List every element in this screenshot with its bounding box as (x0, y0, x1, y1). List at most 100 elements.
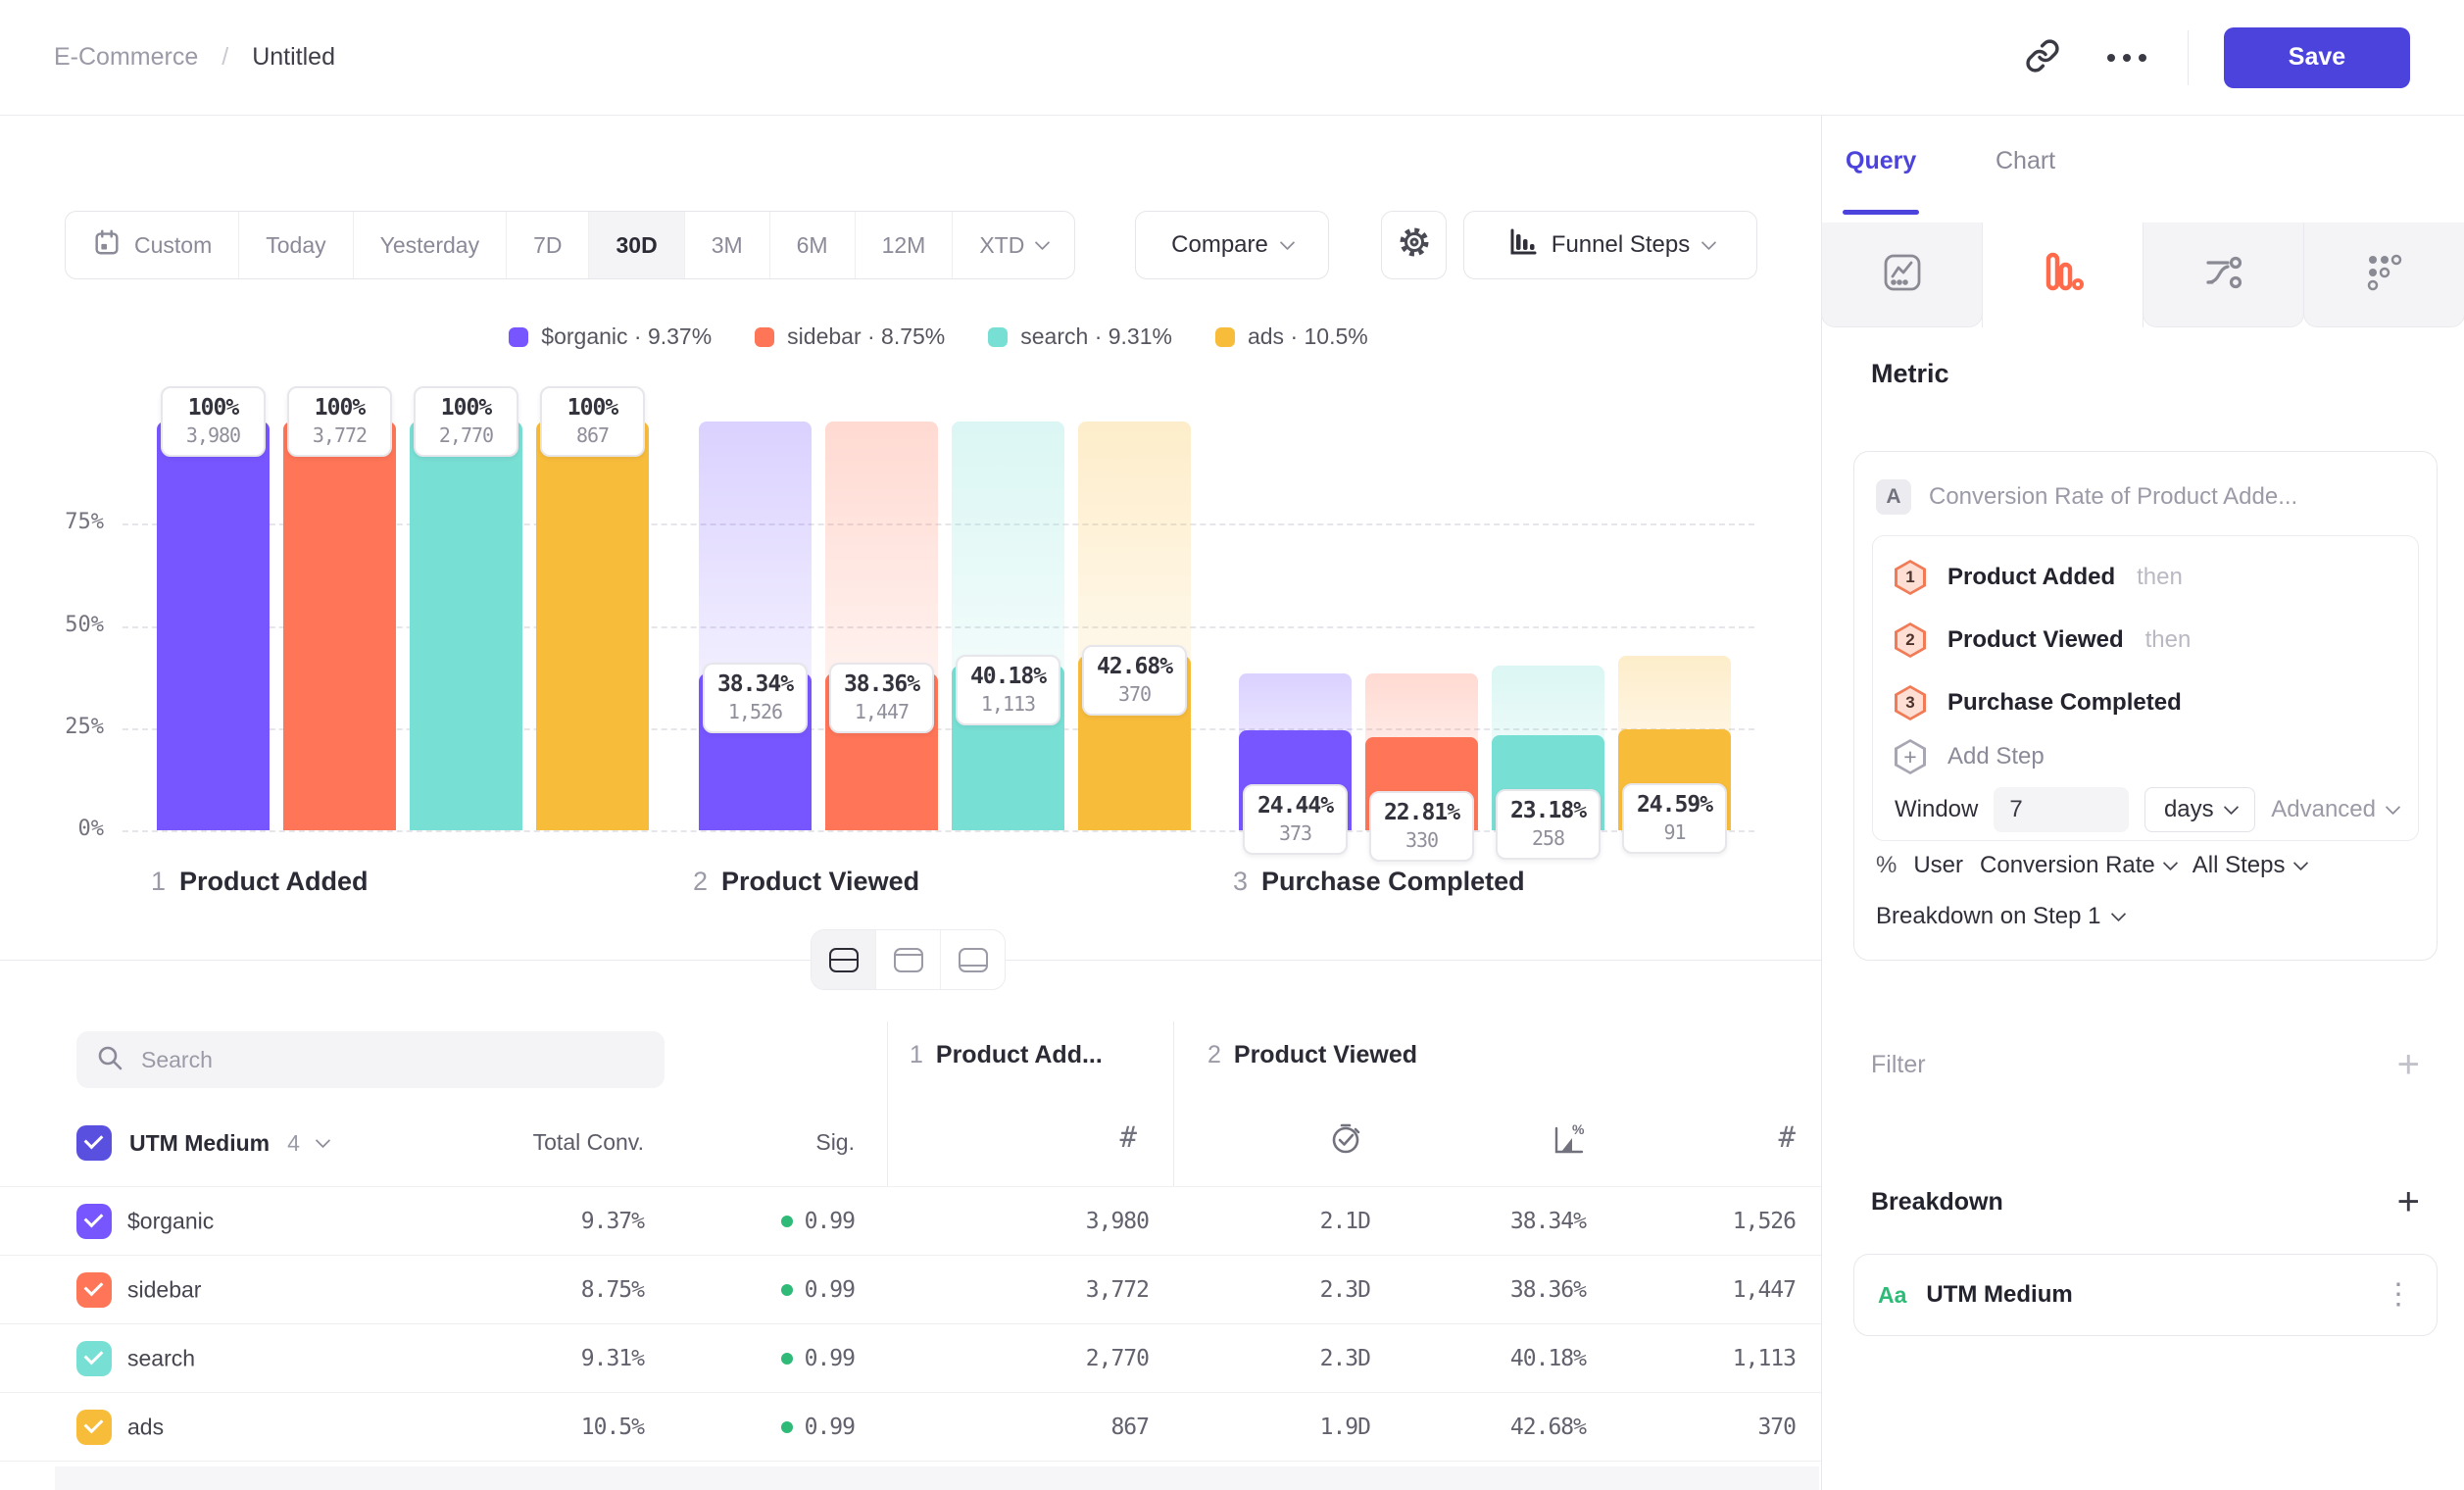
step-hexagon-badge: 2 (1895, 622, 1926, 658)
bar-count: 1,447 (833, 700, 930, 723)
breakdown-property-card[interactable]: Aa UTM Medium ⋮ (1853, 1254, 2438, 1336)
save-button[interactable]: Save (2224, 27, 2410, 88)
metric-heading: Metric (1871, 359, 1949, 389)
date-range-6m[interactable]: 6M (770, 212, 856, 278)
breadcrumb-title[interactable]: Untitled (252, 43, 335, 72)
date-range-today[interactable]: Today (239, 212, 353, 278)
date-range-7d[interactable]: 7D (507, 212, 589, 278)
tab-query[interactable]: Query (1846, 147, 1916, 175)
search-icon (96, 1044, 123, 1076)
legend-label: ads · 10.5% (1248, 323, 1368, 350)
row-name: ads (127, 1414, 164, 1440)
table-row[interactable]: ads10.5%0.998671.9D42.68%370 (0, 1393, 1821, 1462)
row-step1-count: 867 (953, 1415, 1149, 1440)
insights-report-tab[interactable] (1821, 223, 1983, 327)
funnel-bar[interactable] (536, 422, 649, 830)
add-step-button[interactable]: + Add Step (1895, 734, 2418, 779)
legend-item[interactable]: ads · 10.5% (1215, 323, 1368, 350)
metric-step-name: Product Viewed (1947, 626, 2124, 654)
funnel-bar[interactable] (283, 422, 396, 830)
layout-table-only-button[interactable] (940, 930, 1005, 989)
chevron-down-icon (2223, 799, 2239, 815)
bar-percent: 24.59% (1626, 792, 1723, 818)
step-name: Purchase Completed (1261, 867, 1525, 897)
y-axis-tick: 50% (0, 613, 104, 637)
share-link-button[interactable] (2019, 32, 2066, 82)
funnel-steps-list: 1Product Addedthen2Product Viewedthen3Pu… (1895, 546, 2418, 734)
more-options-button[interactable] (2101, 48, 2152, 68)
date-range-12m[interactable]: 12M (856, 212, 954, 278)
bar-value-label: 38.34%1,526 (703, 663, 808, 733)
bar-value-label: 38.36%1,447 (829, 663, 934, 733)
select-all-checkbox[interactable] (76, 1125, 112, 1161)
date-range-custom[interactable]: Custom (66, 212, 239, 278)
step-name: Product Add... (936, 1041, 1103, 1069)
kebab-menu-icon[interactable]: ⋮ (2384, 1280, 2413, 1310)
legend-swatch (1215, 327, 1235, 347)
counting-measure[interactable]: Conversion Rate (1980, 852, 2176, 879)
row-significance: 0.99 (659, 1346, 855, 1371)
date-range-30d[interactable]: 30D (589, 212, 684, 278)
row-total-conv: 10.5% (448, 1415, 644, 1440)
table-scroll-strip[interactable] (55, 1466, 1819, 1490)
total-conv-header[interactable]: Total Conv. (448, 1129, 644, 1156)
row-checkbox[interactable] (76, 1272, 112, 1308)
chevron-down-icon (2292, 855, 2308, 870)
metric-step[interactable]: 3Purchase Completed (1895, 671, 2418, 734)
table-row[interactable]: $organic9.37%0.993,9802.1D38.34%1,526 (0, 1187, 1821, 1256)
layout-split-horizontal-button[interactable] (812, 930, 875, 989)
funnel-bar[interactable] (157, 422, 270, 830)
significance-dot (781, 1421, 793, 1433)
tab-chart[interactable]: Chart (1996, 147, 2055, 175)
breadcrumb-project[interactable]: E-Commerce (54, 43, 198, 72)
funnels-report-tab[interactable] (1982, 223, 2144, 327)
search-input[interactable] (139, 1046, 645, 1074)
group-column-label[interactable]: UTM Medium (129, 1130, 270, 1157)
compare-button[interactable]: Compare (1135, 211, 1329, 279)
metric-series-row[interactable]: A Conversion Rate of Product Adde... (1876, 479, 2297, 515)
funnel-bar[interactable] (410, 422, 522, 830)
bar-count: 91 (1626, 820, 1723, 844)
query-sidebar: Query Chart (1821, 116, 2464, 1490)
window-unit-select[interactable]: days (2144, 787, 2255, 832)
measure-label: Conversion Rate (1980, 852, 2155, 879)
add-breakdown-button[interactable]: + (2397, 1182, 2420, 1221)
metric-step[interactable]: 1Product Addedthen (1895, 546, 2418, 609)
significance-value: 0.99 (805, 1346, 855, 1371)
row-step2-count: 1,526 (1600, 1209, 1796, 1234)
row-checkbox[interactable] (76, 1410, 112, 1445)
insights-icon (1880, 250, 1925, 300)
legend-item[interactable]: search · 9.31% (988, 323, 1172, 350)
counting-scope[interactable]: All Steps (2193, 852, 2306, 879)
metric-step[interactable]: 2Product Viewedthen (1895, 609, 2418, 671)
table-row[interactable]: search9.31%0.992,7702.3D40.18%1,113 (0, 1324, 1821, 1393)
significance-dot (781, 1353, 793, 1365)
date-range-yesterday[interactable]: Yesterday (354, 212, 507, 278)
layout-chart-only-button[interactable] (875, 930, 940, 989)
significance-value: 0.99 (805, 1209, 855, 1234)
legend-item[interactable]: $organic · 9.37% (509, 323, 712, 350)
row-avg-time: 1.9D (1174, 1415, 1370, 1440)
table-step1-header: 1 Product Add... (910, 1041, 1103, 1069)
counting-entity[interactable]: User (1913, 852, 1963, 879)
window-value-input[interactable] (1994, 787, 2129, 832)
conversion-window-row: Window days Advanced (1895, 785, 2418, 834)
chart-settings-button[interactable] (1381, 211, 1447, 279)
table-row[interactable]: sidebar8.75%0.993,7722.3D38.36%1,447 (0, 1256, 1821, 1324)
panel-bottom-icon (959, 948, 988, 972)
bar-percent: 40.18% (960, 664, 1057, 689)
chevron-down-icon[interactable] (316, 1132, 331, 1148)
breakdown-on-step-control[interactable]: Breakdown on Step 1 (1876, 903, 2124, 930)
sig-header[interactable]: Sig. (659, 1129, 855, 1156)
retention-report-tab[interactable] (2303, 223, 2464, 327)
legend-item[interactable]: sidebar · 8.75% (755, 323, 945, 350)
add-filter-button[interactable]: + (2397, 1045, 2420, 1084)
row-checkbox[interactable] (76, 1341, 112, 1376)
chart-type-button[interactable]: Funnel Steps (1463, 211, 1757, 279)
date-range-xtd[interactable]: XTD (953, 212, 1074, 278)
date-range-3m[interactable]: 3M (685, 212, 770, 278)
advanced-toggle[interactable]: Advanced (2271, 796, 2398, 823)
row-checkbox[interactable] (76, 1204, 112, 1239)
significance-value: 0.99 (805, 1415, 855, 1440)
flows-report-tab[interactable] (2143, 223, 2304, 327)
